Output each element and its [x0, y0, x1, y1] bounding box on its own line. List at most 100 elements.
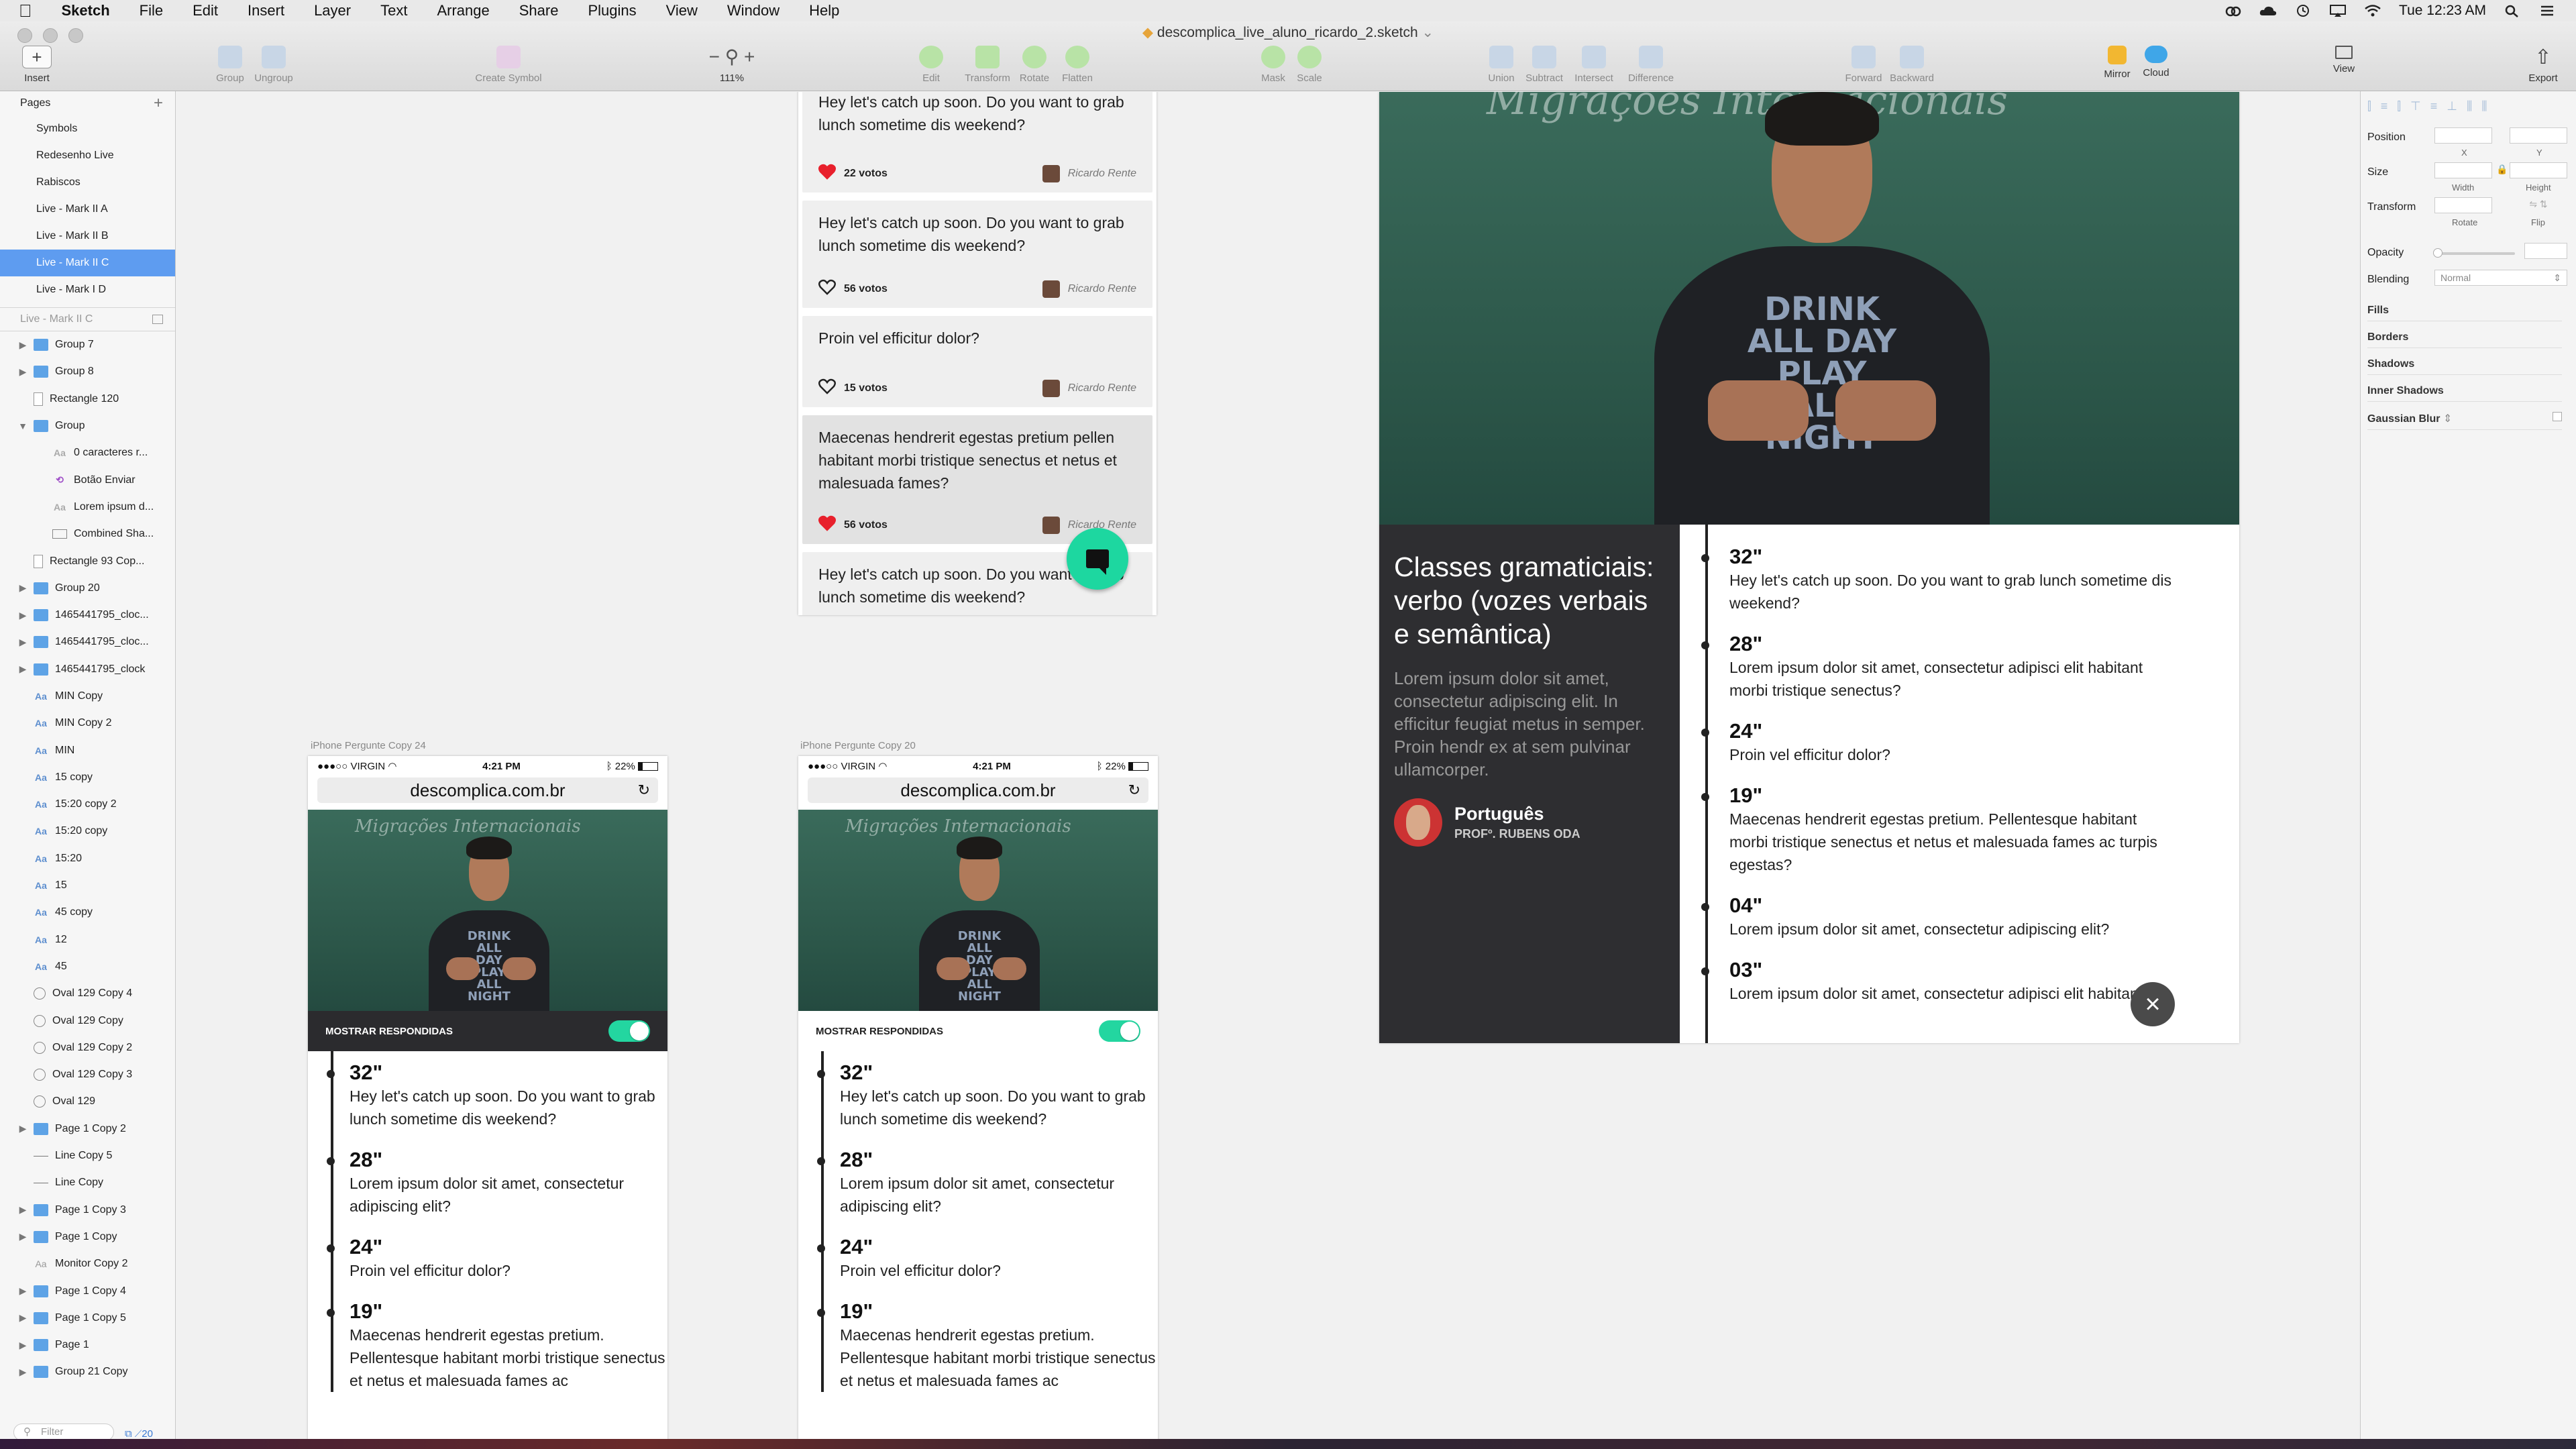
layer-row[interactable]: Aa MIN Copy [0, 683, 175, 710]
disclosure-triangle-icon[interactable]: ▶ [16, 663, 30, 675]
layer-row[interactable]: Oval 129 [0, 1088, 175, 1115]
layer-row[interactable]: ▶ Page 1 Copy [0, 1224, 175, 1250]
zoom-icon[interactable]: − ⚲ + [702, 46, 762, 68]
video-player-large[interactable]: Migrações Internacionais DRINK ALL DAY PLA… [1379, 92, 2239, 525]
align-center-icon[interactable]: ≡ [2381, 99, 2388, 113]
cloud-sync-icon[interactable] [2259, 4, 2277, 17]
layer-row[interactable]: ▶ Page 1 Copy 2 [0, 1116, 175, 1142]
question-card[interactable]: Hey let's catch up soon. Do you want to … [802, 201, 1152, 308]
layer-row[interactable]: Combined Sha... [0, 521, 175, 547]
menu-plugins[interactable]: Plugins [573, 2, 651, 19]
layer-row[interactable]: Aa Lorem ipsum d... [0, 494, 175, 521]
disclosure-triangle-icon[interactable]: ▶ [16, 582, 30, 594]
forward-button[interactable]: Forward [1837, 46, 1890, 84]
canvas[interactable]: Hey let's catch up soon. Do you want to … [176, 92, 2360, 1449]
timeline-question[interactable]: 28" Lorem ipsum dolor sit amet, consectet… [327, 1148, 667, 1218]
menubar-clock[interactable]: Tue 12:23 AM [2399, 3, 2486, 19]
video-player[interactable]: Migrações Internacionais DRINK ALL DAY PLA… [308, 810, 667, 1011]
flip-buttons[interactable]: ⇋ ⇅ [2510, 199, 2567, 213]
layer-row[interactable]: Aa MIN Copy 2 [0, 710, 175, 737]
layer-row[interactable]: Oval 129 Copy [0, 1007, 175, 1034]
layer-row[interactable]: Aa Monitor Copy 2 [0, 1250, 175, 1277]
x-field[interactable] [2434, 127, 2492, 144]
menu-share[interactable]: Share [504, 2, 574, 19]
disclosure-triangle-icon[interactable]: ▶ [16, 1123, 30, 1134]
artboard-label[interactable]: iPhone Pergunte Copy 24 [311, 740, 426, 751]
artboard-label[interactable]: iPhone Pergunte Copy 20 [800, 740, 916, 751]
layer-row[interactable]: Aa 0 caracteres r... [0, 439, 175, 466]
layer-row[interactable]: Line Copy [0, 1169, 175, 1196]
align-right-icon[interactable]: ⫿ [2397, 99, 2401, 113]
inner-shadows-section[interactable]: Inner Shadows [2367, 385, 2562, 402]
intersect-button[interactable]: Intersect [1567, 46, 1621, 84]
width-field[interactable] [2434, 162, 2492, 178]
layer-row[interactable]: ▶ Page 1 Copy 5 [0, 1305, 175, 1332]
timeline-question[interactable]: 28" Lorem ipsum dolor sit amet, consectet… [1701, 632, 2172, 702]
menu-window[interactable]: Window [712, 2, 794, 19]
reload-icon[interactable]: ↻ [638, 782, 650, 799]
disclosure-triangle-icon[interactable]: ▶ [16, 1231, 30, 1242]
layer-row[interactable]: Aa 45 [0, 953, 175, 980]
layer-row[interactable]: ▼ Group [0, 413, 175, 439]
like-heart-icon[interactable] [818, 515, 836, 535]
layer-row[interactable]: ▶ Group 20 [0, 575, 175, 602]
timeline-question[interactable]: 19" Maecenas hendrerit egestas pretium. P… [1701, 784, 2172, 876]
disclosure-triangle-icon[interactable]: ▶ [16, 637, 30, 648]
layer-row[interactable]: ▶ 1465441795_cloc... [0, 602, 175, 629]
ungroup-button[interactable]: Ungroup [237, 46, 311, 84]
show-answered-toggle[interactable] [1099, 1020, 1140, 1042]
timeline-question[interactable]: 32" Hey let's catch up soon. Do you want … [327, 1061, 667, 1130]
url-bar[interactable]: descomplica.com.br ↻ [808, 777, 1148, 803]
timeline-question[interactable]: 19" Maecenas hendrerit egestas pretium. P… [327, 1299, 667, 1392]
opacity-slider[interactable] [2433, 248, 2515, 258]
layer-row[interactable]: ▶ Page 1 Copy 3 [0, 1197, 175, 1224]
layer-row[interactable]: Rectangle 93 Cop... [0, 547, 175, 574]
timeline-question[interactable]: 24" Proin vel efficitur dolor? [817, 1235, 1158, 1282]
time-machine-icon[interactable] [2294, 4, 2312, 17]
page-item[interactable]: Live - Mark I D [0, 276, 175, 303]
disclosure-triangle-icon[interactable]: ▼ [16, 421, 30, 431]
url-bar[interactable]: descomplica.com.br ↻ [317, 777, 658, 803]
transform-button[interactable]: Transform [961, 46, 1014, 84]
borders-section[interactable]: Borders [2367, 331, 2562, 348]
flatten-button[interactable]: Flatten [1051, 46, 1104, 84]
layer-row[interactable]: Aa 15 [0, 872, 175, 899]
layer-row[interactable]: ⟲ Botão Enviar [0, 466, 175, 493]
timeline-question[interactable]: 32" Hey let's catch up soon. Do you want … [817, 1061, 1158, 1130]
layer-row[interactable]: Aa 15 copy [0, 764, 175, 791]
page-item[interactable]: Live - Mark II B [0, 223, 175, 250]
shadows-section[interactable]: Shadows [2367, 358, 2562, 375]
zoom-control[interactable]: − ⚲ +111% [695, 46, 769, 84]
y-field[interactable] [2510, 127, 2567, 144]
layer-row[interactable]: Aa MIN [0, 737, 175, 763]
page-item[interactable]: Live - Mark II A [0, 196, 175, 223]
scale-button[interactable]: Scale [1283, 46, 1336, 84]
disclosure-triangle-icon[interactable]: ▶ [16, 366, 30, 378]
export-button[interactable]: ⇧ Export [2513, 46, 2573, 84]
page-item[interactable]: Symbols [0, 115, 175, 142]
timeline-question[interactable]: 24" Proin vel efficitur dolor? [327, 1235, 667, 1282]
lock-ratio-icon[interactable]: 🔒 [2496, 164, 2508, 175]
airplay-icon[interactable] [2329, 4, 2347, 17]
ask-question-fab[interactable] [1067, 528, 1128, 590]
layer-row[interactable]: Oval 129 Copy 4 [0, 980, 175, 1007]
disclosure-triangle-icon[interactable]: ▶ [16, 339, 30, 351]
align-top-icon[interactable]: ⊤ [2410, 99, 2421, 113]
height-field[interactable] [2510, 162, 2567, 178]
like-heart-icon[interactable] [818, 378, 836, 398]
layer-row[interactable]: ▶ Page 1 Copy 4 [0, 1277, 175, 1304]
menu-help[interactable]: Help [794, 2, 854, 19]
blending-select[interactable]: Normal ⇕ [2434, 270, 2567, 286]
align-left-icon[interactable]: ⫿ [2367, 99, 2371, 113]
layer-row[interactable]: Oval 129 Copy 2 [0, 1034, 175, 1061]
timeline-question[interactable]: 24" Proin vel efficitur dolor? [1701, 719, 2172, 766]
view-button[interactable]: View [2317, 46, 2371, 74]
subtract-button[interactable]: Subtract [1517, 46, 1571, 84]
layer-row[interactable]: Rectangle 120 [0, 386, 175, 413]
timeline-question[interactable]: 19" Maecenas hendrerit egestas pretium. P… [817, 1299, 1158, 1392]
show-answered-toggle[interactable] [608, 1020, 650, 1042]
question-card[interactable]: Proin vel efficitur dolor? 15 votos Ricard… [802, 316, 1152, 407]
disclosure-triangle-icon[interactable]: ▶ [16, 1340, 30, 1351]
layer-row[interactable]: Aa 15:20 copy [0, 818, 175, 845]
layer-row[interactable]: Aa 12 [0, 926, 175, 953]
